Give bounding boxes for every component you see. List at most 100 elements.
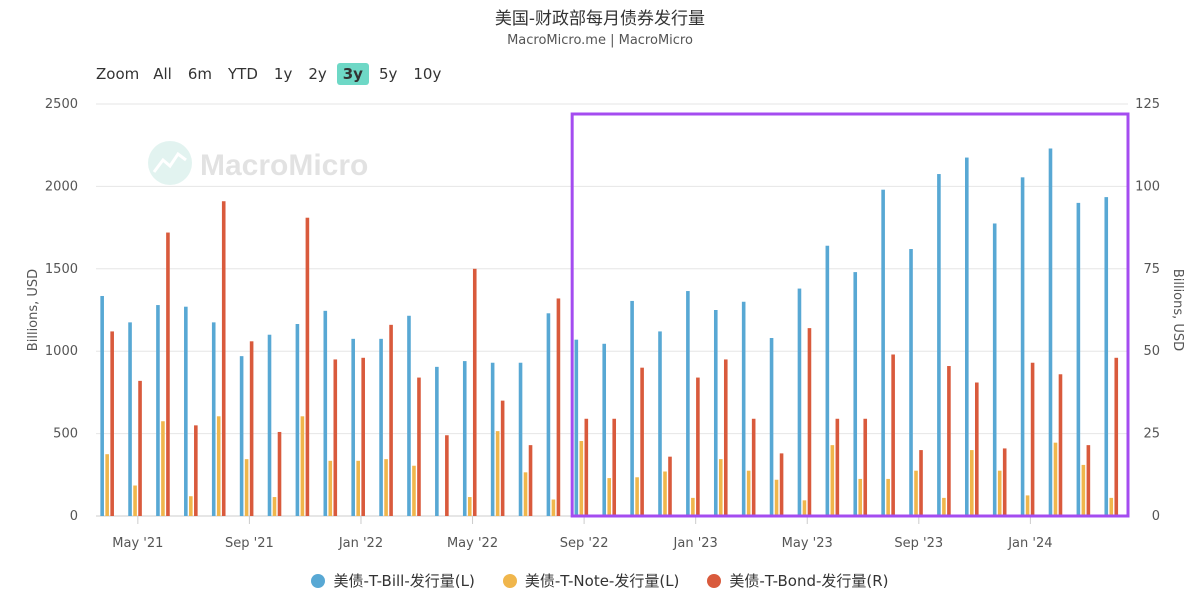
bars (100, 148, 1119, 517)
legend-item-t-bond[interactable]: 美债-T-Bond-发行量(R) (707, 570, 889, 591)
bar (495, 431, 500, 516)
legend: 美债-T-Bill-发行量(L) 美债-T-Note-发行量(L) 美债-T-B… (0, 570, 1200, 591)
bar (858, 478, 863, 516)
bar (802, 500, 807, 516)
bar (184, 306, 188, 516)
bar (1002, 448, 1007, 516)
bar (723, 359, 728, 516)
bar (100, 295, 104, 516)
bar (635, 477, 639, 516)
bar (384, 459, 388, 516)
bar (323, 310, 328, 516)
x-tick-label: Jan '22 (338, 536, 383, 551)
bar (779, 453, 784, 516)
bar (435, 366, 439, 516)
bar (272, 497, 277, 516)
y-tick-right: 125 (1135, 97, 1160, 112)
bar (1048, 148, 1053, 516)
bar (249, 341, 254, 516)
x-tick-label: Sep '22 (560, 536, 609, 551)
y-tick-left: 1000 (45, 344, 78, 359)
bar (914, 470, 918, 516)
bar (769, 338, 774, 516)
bar (746, 470, 751, 516)
bar (556, 298, 561, 516)
bar (239, 356, 244, 516)
bar (942, 497, 946, 516)
bar (1076, 202, 1081, 516)
bar (110, 331, 114, 516)
bar (658, 331, 662, 516)
y-tick-right: 50 (1143, 344, 1160, 359)
bar (467, 497, 472, 516)
legend-dot-t-bond-icon (707, 573, 722, 588)
x-tick-label: May '21 (112, 536, 163, 551)
legend-label-t-bill: 美债-T-Bill-发行量(L) (333, 572, 475, 590)
bar (244, 459, 249, 516)
bar (663, 471, 667, 516)
bar (1058, 374, 1063, 516)
bar (612, 418, 617, 516)
y-tick-right: 75 (1143, 262, 1160, 277)
bar (1025, 495, 1030, 516)
bar (417, 377, 421, 516)
bar (156, 305, 160, 516)
bar (630, 300, 634, 516)
bar (696, 377, 700, 516)
bar (445, 435, 449, 516)
legend-item-t-bill[interactable]: 美债-T-Bill-发行量(L) (311, 570, 475, 591)
bar (718, 459, 723, 516)
bar (128, 322, 132, 516)
x-tick-label: Sep '21 (225, 536, 274, 551)
y-tick-left: 2000 (45, 179, 78, 194)
bar (138, 380, 142, 516)
bar (992, 223, 997, 517)
y-tick-right: 100 (1135, 179, 1160, 194)
bar (328, 460, 333, 516)
y-tick-left: 1500 (45, 262, 78, 277)
bar (528, 445, 533, 516)
bar (407, 315, 411, 516)
legend-item-t-note[interactable]: 美债-T-Note-发行量(L) (502, 570, 680, 591)
bar (305, 217, 310, 516)
bar (211, 322, 216, 516)
bar (1053, 442, 1058, 516)
bar (379, 338, 383, 516)
bar (216, 416, 221, 516)
bar (1086, 445, 1091, 516)
bar (361, 357, 365, 516)
bar (221, 201, 226, 516)
bar (741, 301, 746, 516)
bar (389, 324, 393, 516)
bar (1104, 197, 1109, 516)
bar (835, 418, 840, 516)
y-tick-right: 25 (1143, 427, 1160, 442)
legend-dot-t-note-icon (502, 573, 517, 588)
watermark-logo-icon (148, 141, 192, 185)
bar (351, 338, 355, 516)
highlight-box (570, 112, 1130, 518)
bar (751, 418, 756, 516)
bar (1081, 464, 1086, 516)
bar-chart: MacroMicro 0 500 1000 1500 2000 2500 0 25 50 75 10… (26, 97, 1185, 551)
bar (546, 313, 551, 516)
x-tick-label: May '23 (782, 536, 833, 551)
bar (500, 400, 505, 516)
bar (189, 496, 193, 516)
bar (947, 366, 951, 516)
y-axis-label-left: Billions, USD (26, 269, 41, 351)
bar (267, 334, 272, 516)
bar (909, 249, 913, 517)
bar (333, 359, 338, 516)
bar (797, 288, 802, 516)
x-tick-label: Jan '24 (1007, 536, 1052, 551)
legend-label-t-note: 美债-T-Note-发行量(L) (524, 572, 680, 590)
bar (1109, 497, 1114, 516)
y-tick-left: 0 (70, 509, 78, 524)
bar (579, 441, 584, 516)
bar (161, 421, 165, 516)
bar (919, 450, 923, 516)
legend-dot-t-bill-icon (311, 573, 326, 588)
bar (807, 328, 812, 516)
bar (584, 418, 589, 516)
